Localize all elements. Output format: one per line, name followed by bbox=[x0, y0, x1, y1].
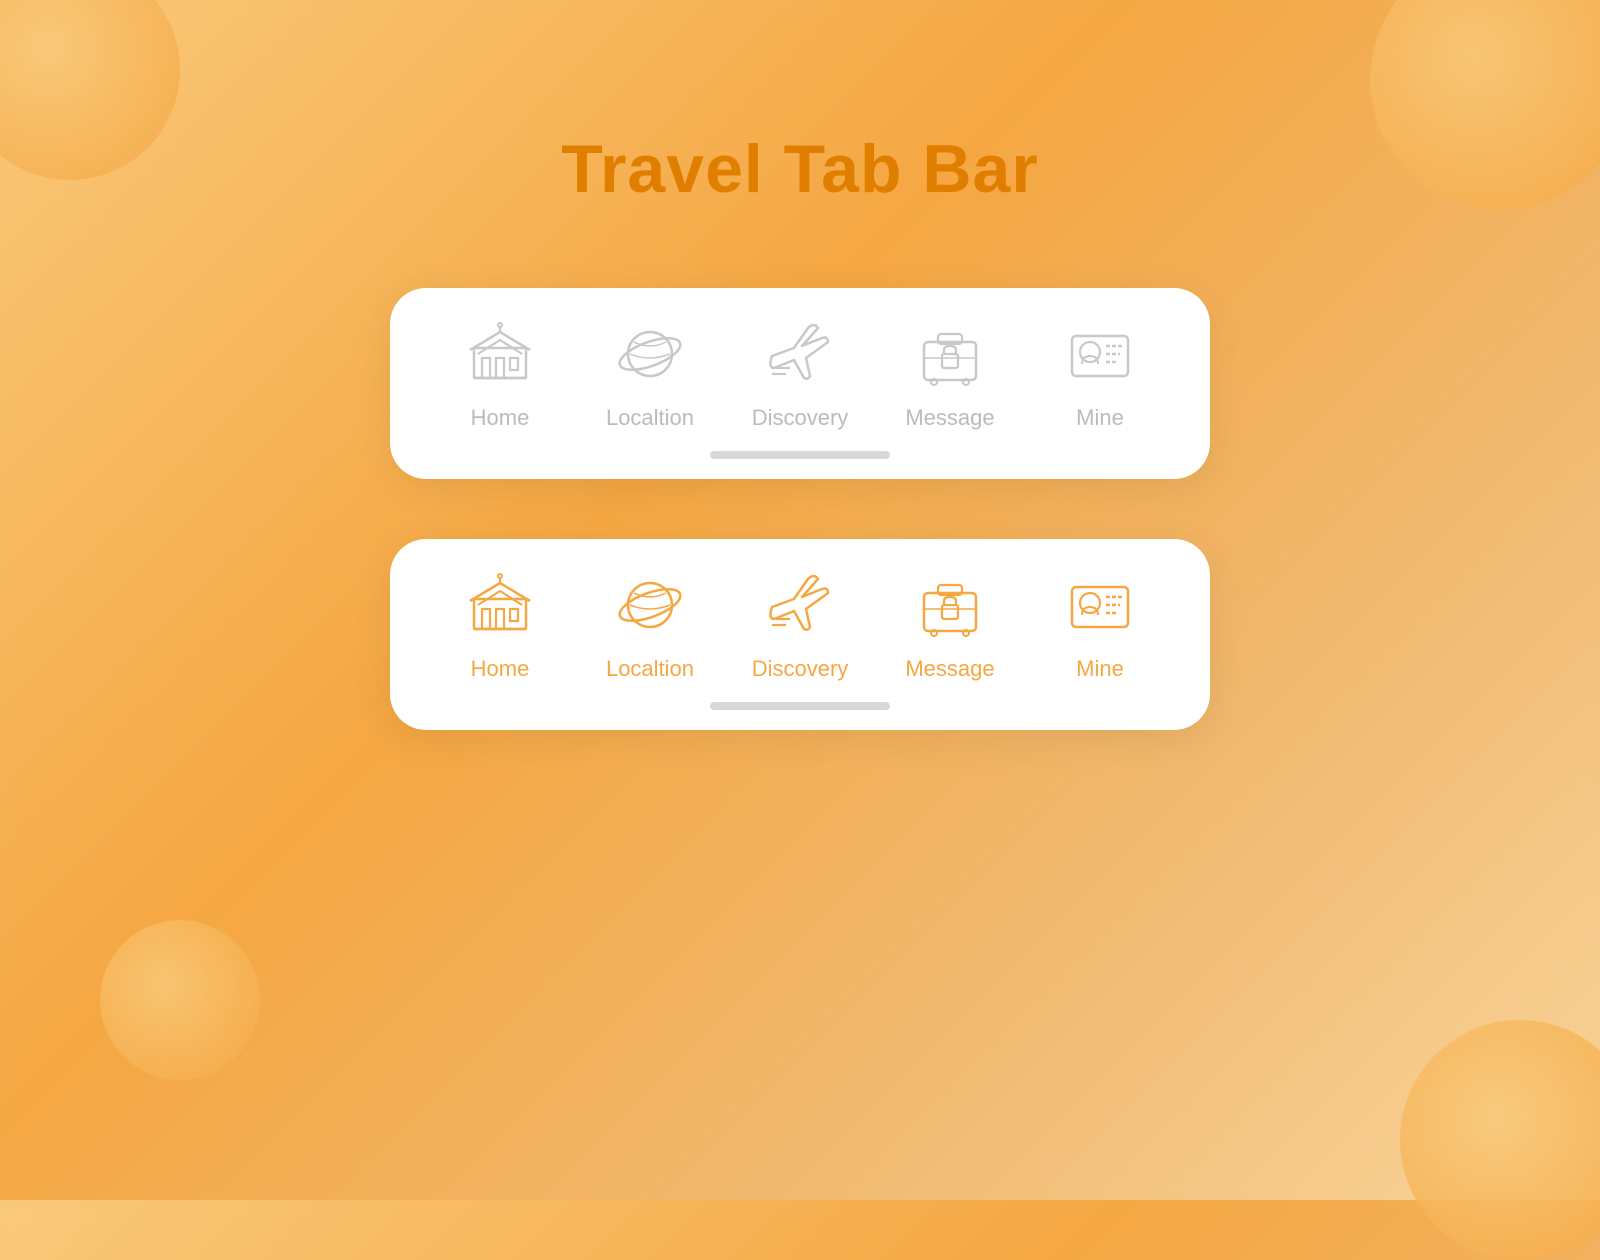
home-icon-active bbox=[464, 569, 536, 646]
tab-label-message-active: Message bbox=[905, 656, 994, 682]
scroll-indicator-active bbox=[710, 702, 890, 710]
page-title: Travel Tab Bar bbox=[561, 130, 1039, 208]
tab-item-message-inactive[interactable]: Message bbox=[890, 318, 1010, 431]
home-icon bbox=[464, 318, 536, 395]
tab-item-message-active[interactable]: Message bbox=[890, 569, 1010, 682]
tab-item-location-active[interactable]: Localtion bbox=[590, 569, 710, 682]
tab-label-message-inactive: Message bbox=[905, 405, 994, 431]
mine-icon-active bbox=[1064, 569, 1136, 646]
tab-item-home-active[interactable]: Home bbox=[440, 569, 560, 682]
tab-label-discovery-inactive: Discovery bbox=[752, 405, 849, 431]
scroll-indicator-inactive bbox=[710, 451, 890, 459]
tab-item-discovery-active[interactable]: Discovery bbox=[740, 569, 860, 682]
tab-label-mine-active: Mine bbox=[1076, 656, 1124, 682]
message-icon bbox=[914, 318, 986, 395]
decorative-circle-top-left bbox=[0, 0, 180, 180]
inactive-tab-bar: Home Localtion bbox=[390, 288, 1210, 479]
tab-item-home-inactive[interactable]: Home bbox=[440, 318, 560, 431]
tab-item-mine-inactive[interactable]: Mine bbox=[1040, 318, 1160, 431]
tab-label-location-inactive: Localtion bbox=[606, 405, 694, 431]
tab-item-discovery-inactive[interactable]: Discovery bbox=[740, 318, 860, 431]
location-icon bbox=[614, 318, 686, 395]
tab-label-mine-inactive: Mine bbox=[1076, 405, 1124, 431]
tab-items-inactive: Home Localtion bbox=[440, 318, 1160, 447]
discovery-icon bbox=[764, 318, 836, 395]
tab-label-location-active: Localtion bbox=[606, 656, 694, 682]
tab-label-home-inactive: Home bbox=[471, 405, 530, 431]
decorative-circle-bottom-right bbox=[1400, 1020, 1600, 1260]
tab-label-discovery-active: Discovery bbox=[752, 656, 849, 682]
message-icon-active bbox=[914, 569, 986, 646]
active-tab-bar: Home Localtion bbox=[390, 539, 1210, 730]
tab-item-location-inactive[interactable]: Localtion bbox=[590, 318, 710, 431]
decorative-circle-top-right bbox=[1370, 0, 1600, 210]
tab-items-active: Home Localtion bbox=[440, 569, 1160, 698]
location-icon-active bbox=[614, 569, 686, 646]
decorative-circle-bottom-left bbox=[100, 920, 260, 1080]
mine-icon bbox=[1064, 318, 1136, 395]
tab-item-mine-active[interactable]: Mine bbox=[1040, 569, 1160, 682]
discovery-icon-active bbox=[764, 569, 836, 646]
tab-label-home-active: Home bbox=[471, 656, 530, 682]
